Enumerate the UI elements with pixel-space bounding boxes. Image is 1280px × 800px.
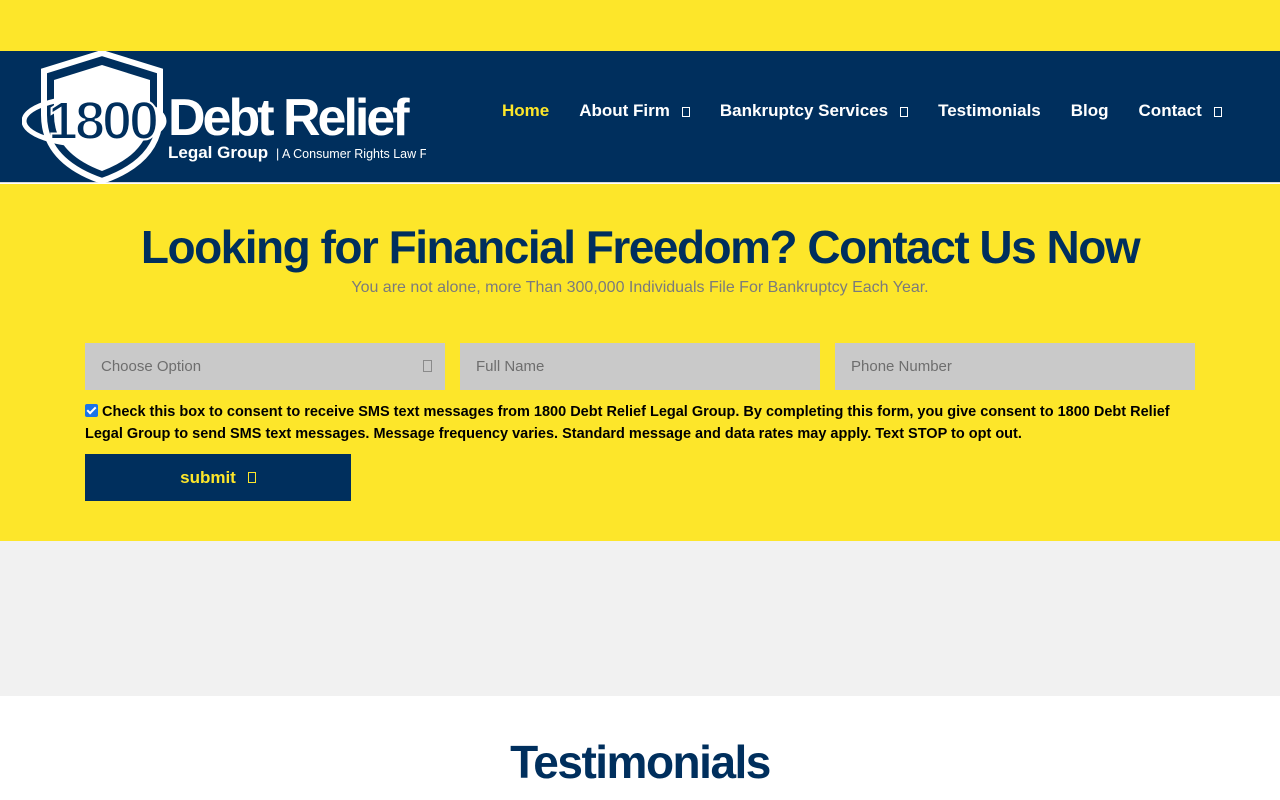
logo-graphic: 1800 Debt Relief Legal Group | A Consume…: [22, 51, 426, 183]
nav-item-label: Contact: [1138, 101, 1202, 120]
nav-item-blog[interactable]: Blog: [1071, 101, 1109, 121]
chevron-down-icon: [900, 106, 909, 117]
phone-number-placeholder: Phone Number: [851, 358, 952, 375]
contact-hero: Looking for Financial Freedom? Contact U…: [0, 184, 1280, 541]
nav-item-label: Bankruptcy Services: [719, 101, 889, 120]
nav-item-label: Testimonials: [938, 101, 1041, 120]
chevron-down-icon: [423, 360, 432, 372]
nav-item-label: Home: [502, 101, 550, 120]
top-bar: [0, 0, 1280, 51]
submit-label: submit: [180, 467, 236, 487]
arrow-right-icon: [247, 472, 256, 483]
nav-item-testimonials[interactable]: Testimonials: [938, 101, 1041, 121]
gray-band: [0, 541, 1280, 696]
nav-item-contact[interactable]: Contact: [1139, 101, 1222, 121]
full-name-field[interactable]: Full Name: [460, 343, 820, 390]
testimonials-heading: Testimonials: [510, 736, 771, 788]
logo-number: 1800: [48, 91, 157, 151]
main-nav: Home About Firm Bankruptcy Services Test…: [502, 99, 1222, 123]
nav-item-label: Blog: [1070, 101, 1109, 120]
option-select[interactable]: Choose Option: [85, 343, 445, 390]
site-logo[interactable]: 1800 Debt Relief Legal Group | A Consume…: [22, 51, 426, 183]
full-name-placeholder: Full Name: [476, 358, 545, 375]
consent-checkbox[interactable]: [85, 404, 98, 417]
hero-subtitle: You are not alone, more Than 300,000 Ind…: [351, 279, 929, 296]
consent-text: Check this box to consent to receive SMS…: [85, 404, 1170, 442]
logo-subbrand: Legal Group: [168, 143, 268, 162]
chevron-down-icon: [681, 106, 690, 117]
sms-consent: Check this box to consent to receive SMS…: [85, 401, 1195, 445]
chevron-down-icon: [1213, 106, 1222, 117]
nav-item-bankruptcy-services[interactable]: Bankruptcy Services: [719, 101, 909, 121]
nav-item-about-firm[interactable]: About Firm: [579, 101, 690, 121]
logo-brand: Debt Relief: [168, 89, 410, 147]
nav-item-home[interactable]: Home: [502, 101, 549, 121]
hero-title: Looking for Financial Freedom? Contact U…: [140, 221, 1141, 273]
phone-number-field[interactable]: Phone Number: [835, 343, 1195, 390]
nav-item-label: About Firm: [579, 101, 670, 120]
site-header: 1800 Debt Relief Legal Group | A Consume…: [0, 51, 1280, 183]
logo-tagline: | A Consumer Rights Law Firm: [276, 147, 426, 161]
submit-button[interactable]: submit: [85, 454, 351, 501]
option-select-value: Choose Option: [101, 358, 202, 375]
